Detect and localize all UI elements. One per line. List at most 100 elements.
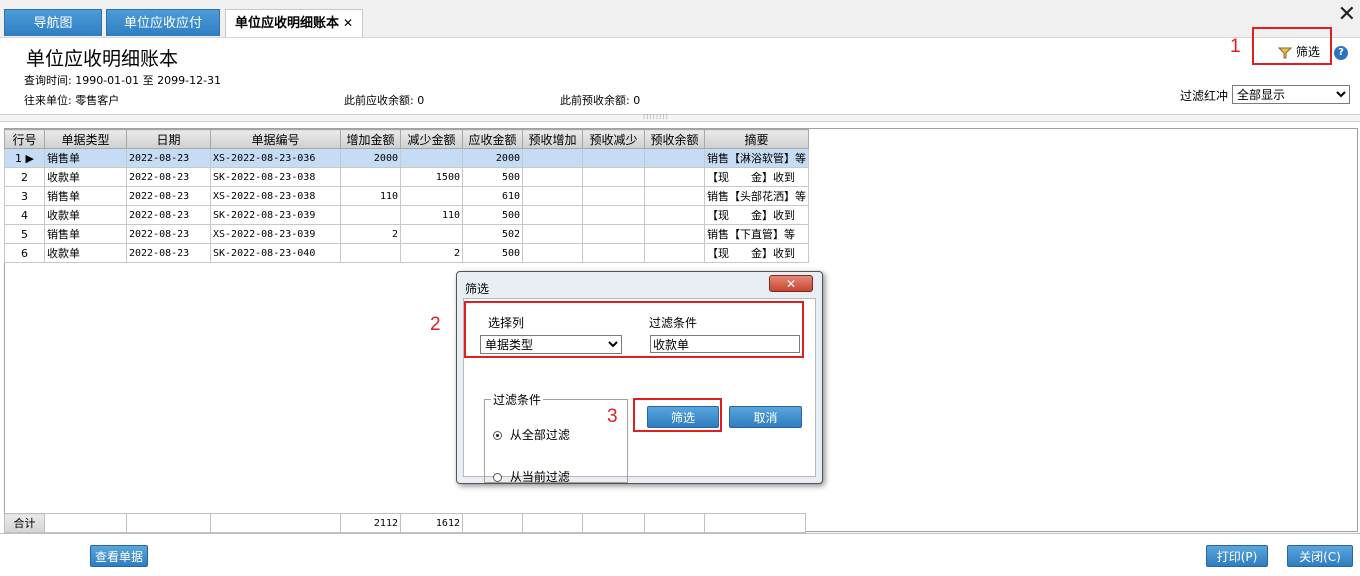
annotation-2: 2 xyxy=(430,314,441,335)
cell-doc-no: XS-2022-08-23-038 xyxy=(210,186,341,206)
cell-doc-no: SK-2022-08-23-039 xyxy=(210,205,341,225)
view-document-button[interactable]: 查看单据 xyxy=(90,545,148,567)
cell-prepaid-increase xyxy=(522,167,583,187)
tab-label: 导航图 xyxy=(33,16,73,31)
table-row[interactable]: 6 收款单 2022-08-23 SK-2022-08-23-040 2 500… xyxy=(4,243,809,263)
table-row[interactable]: 3 销售单 2022-08-23 XS-2022-08-23-038 110 6… xyxy=(4,186,809,206)
tab-receivable-ledger[interactable]: 单位应收明细账本 ✕ xyxy=(225,9,363,37)
col-header-increase[interactable]: 增加金额 xyxy=(340,129,401,149)
totals-cell xyxy=(522,513,583,533)
totals-cell xyxy=(644,513,705,533)
tab-close-icon[interactable]: ✕ xyxy=(343,16,353,30)
annotation-box-3 xyxy=(633,398,722,432)
table-row[interactable]: 2 收款单 2022-08-23 SK-2022-08-23-038 1500 … xyxy=(4,167,809,187)
cell-decrease xyxy=(400,224,463,244)
cell-date: 2022-08-23 xyxy=(126,243,211,263)
cell-prepaid-increase xyxy=(522,224,583,244)
cell-row-no: 4 xyxy=(4,205,45,225)
totals-increase: 2112 xyxy=(340,513,401,533)
cell-row-no: 5 xyxy=(4,224,45,244)
cell-doc-no: XS-2022-08-23-039 xyxy=(210,224,341,244)
tab-label: 单位应收明细账本 xyxy=(234,16,339,31)
col-header-receivable[interactable]: 应收金额 xyxy=(462,129,523,149)
cell-increase xyxy=(340,243,401,263)
print-button[interactable]: 打印(P) xyxy=(1206,545,1268,567)
cell-prepaid-increase xyxy=(522,243,583,263)
cell-date: 2022-08-23 xyxy=(126,205,211,225)
col-header-doc-no[interactable]: 单据编号 xyxy=(210,129,341,149)
totals-row: 合计 2112 1612 xyxy=(4,513,806,533)
cell-prepaid-decrease xyxy=(582,186,645,206)
filter-button[interactable]: 筛选 xyxy=(1277,43,1320,60)
totals-cell xyxy=(582,513,645,533)
bottom-bar xyxy=(0,533,1360,576)
page-title: 单位应收明细账本 xyxy=(26,48,179,70)
annotation-3: 3 xyxy=(607,406,618,427)
annotation-box-2 xyxy=(464,301,804,358)
col-header-date[interactable]: 日期 xyxy=(126,129,211,149)
filter-red-label: 过滤红冲 xyxy=(1180,89,1229,103)
cell-prepaid-balance xyxy=(644,205,705,225)
cell-prepaid-decrease xyxy=(582,167,645,187)
annotation-1: 1 xyxy=(1230,36,1241,57)
tab-navigation[interactable]: 导航图 xyxy=(4,9,102,36)
cell-doc-type: 销售单 xyxy=(44,224,127,244)
totals-decrease: 1612 xyxy=(400,513,463,533)
cell-prepaid-balance xyxy=(644,148,705,168)
radio-checked-icon xyxy=(493,431,502,440)
window-close-icon[interactable]: ✕ xyxy=(1338,4,1356,26)
splitter-grip-icon: ⁞⁞⁞⁞⁞⁞⁞⁞ xyxy=(643,113,669,121)
tab-bar: 导航图 单位应收应付 单位应收明细账本 ✕ ✕ xyxy=(0,0,1360,38)
cell-prepaid-balance xyxy=(644,186,705,206)
col-header-doc-type[interactable]: 单据类型 xyxy=(44,129,127,149)
cell-receivable: 610 xyxy=(462,186,523,206)
cell-summary: 销售【头部花洒】等 xyxy=(704,186,809,206)
radio-all[interactable]: 从全部过滤 xyxy=(493,426,570,443)
cell-date: 2022-08-23 xyxy=(126,224,211,244)
splitter[interactable] xyxy=(0,114,1360,122)
col-header-summary[interactable]: 摘要 xyxy=(704,129,809,149)
cell-summary: 【现 金】收到 xyxy=(704,205,809,225)
cell-row-no: 1 ▶ xyxy=(4,148,45,168)
help-icon[interactable]: ? xyxy=(1334,46,1348,60)
cell-prepaid-balance xyxy=(644,224,705,244)
tab-unit-receivable-payable[interactable]: 单位应收应付 xyxy=(106,9,220,36)
cell-doc-no: XS-2022-08-23-036 xyxy=(210,148,341,168)
cell-doc-type: 收款单 xyxy=(44,243,127,263)
totals-cell xyxy=(44,513,127,533)
cell-summary: 【现 金】收到 xyxy=(704,167,809,187)
cell-doc-type: 销售单 xyxy=(44,148,127,168)
totals-label: 合计 xyxy=(4,513,45,533)
cell-receivable: 500 xyxy=(462,167,523,187)
dialog-close-icon[interactable]: ✕ xyxy=(769,275,813,292)
table-row[interactable]: 4 收款单 2022-08-23 SK-2022-08-23-039 110 5… xyxy=(4,205,809,225)
dialog-cancel-button[interactable]: 取消 xyxy=(729,406,802,428)
prev-prepaid-balance: 此前预收余额: 0 xyxy=(560,94,641,107)
cell-increase xyxy=(340,205,401,225)
cell-decrease: 2 xyxy=(400,243,463,263)
cell-summary: 【现 金】收到 xyxy=(704,243,809,263)
totals-cell xyxy=(462,513,523,533)
col-header-decrease[interactable]: 减少金额 xyxy=(400,129,463,149)
col-header-prepaid-decrease[interactable]: 预收减少 xyxy=(582,129,645,149)
cell-prepaid-increase xyxy=(522,148,583,168)
cell-row-no: 2 xyxy=(4,167,45,187)
cell-row-no: 3 xyxy=(4,186,45,206)
cell-doc-no: SK-2022-08-23-038 xyxy=(210,167,341,187)
col-header-prepaid-balance[interactable]: 预收余额 xyxy=(644,129,705,149)
filter-red-select[interactable]: 全部显示 xyxy=(1232,85,1350,104)
col-header-prepaid-increase[interactable]: 预收增加 xyxy=(522,129,583,149)
cell-increase: 2 xyxy=(340,224,401,244)
cell-doc-type: 销售单 xyxy=(44,186,127,206)
cell-decrease xyxy=(400,148,463,168)
cell-receivable: 500 xyxy=(462,243,523,263)
cell-prepaid-decrease xyxy=(582,148,645,168)
cell-prepaid-increase xyxy=(522,186,583,206)
close-button[interactable]: 关闭(C) xyxy=(1287,545,1353,567)
prev-receivable-balance: 此前应收余额: 0 xyxy=(344,94,425,107)
radio-all-label: 从全部过滤 xyxy=(509,428,570,442)
table-row[interactable]: 5 销售单 2022-08-23 XS-2022-08-23-039 2 502… xyxy=(4,224,809,244)
radio-current[interactable]: 从当前过滤 xyxy=(493,468,570,485)
col-header-row-no[interactable]: 行号 xyxy=(4,129,45,149)
table-row[interactable]: 1 ▶ 销售单 2022-08-23 XS-2022-08-23-036 200… xyxy=(4,148,809,168)
